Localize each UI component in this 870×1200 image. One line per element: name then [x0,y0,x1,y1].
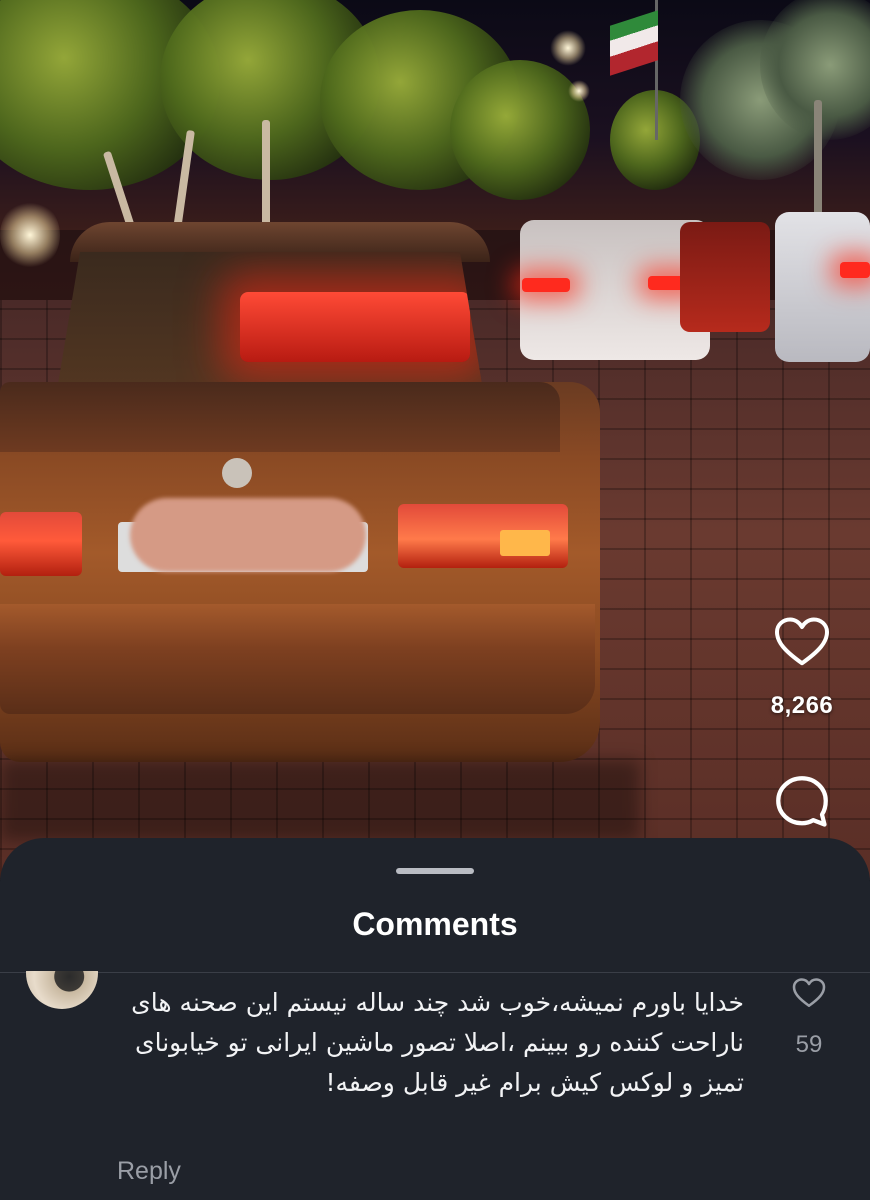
reel-video[interactable] [0,0,870,880]
left-tail-light [0,512,82,576]
comment-item: خدایا باورم نمیشه،خوب شد چند ساله نیستم … [0,971,870,1200]
heart-outline-icon[interactable] [772,612,832,672]
avatar[interactable] [26,971,98,1011]
heart-outline-icon[interactable] [791,975,827,1011]
car-trunk [0,382,560,452]
car-badge [222,458,252,488]
comment-like-count: 59 [795,1031,823,1058]
street-lamp [550,30,586,66]
palm-trunk [814,100,822,220]
comment-action[interactable] [772,772,832,832]
amber-light [500,530,550,556]
tail-light [840,262,870,278]
main-car [0,222,600,762]
car-shadow [0,760,640,840]
comment-like-button[interactable]: 59 [782,975,836,1059]
comment-text: خدایا باورم نمیشه،خوب شد چند ساله نیستم … [131,988,744,1097]
like-action[interactable]: 8,266 [760,612,844,720]
open-car-door [680,222,770,332]
plate-blur [130,498,366,572]
right-tail-light [398,504,568,568]
white-car-right [775,212,870,362]
like-count: 8,266 [770,692,834,719]
tree-trunk [262,120,270,230]
street-lamp [568,80,590,102]
tree [450,60,590,200]
sheet-title: Comments [352,906,518,942]
comments-sheet[interactable]: Comments خدایا باورم نمیشه،خوب شد چند سا… [0,838,870,1200]
reply-button[interactable]: Reply [117,1157,181,1186]
sheet-grabber[interactable] [396,868,474,874]
avatar-image [26,971,98,1009]
interior-light [240,292,470,362]
speech-bubble-icon[interactable] [772,772,832,832]
rear-bumper [0,604,595,714]
